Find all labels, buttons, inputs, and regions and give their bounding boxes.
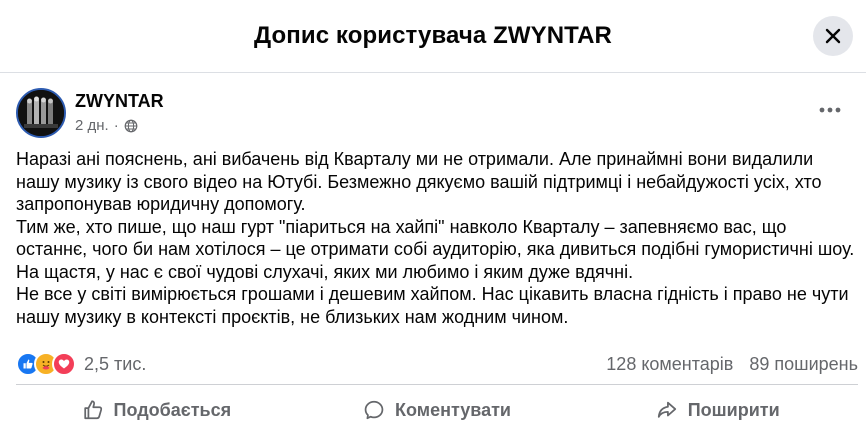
share-button[interactable]: Поширити bbox=[577, 387, 858, 433]
avatar[interactable] bbox=[16, 88, 66, 138]
comment-label: Коментувати bbox=[395, 399, 511, 420]
comment-bubble-icon bbox=[364, 400, 384, 420]
header-divider bbox=[0, 72, 866, 73]
more-options-button[interactable] bbox=[818, 98, 842, 122]
band-photo-icon bbox=[18, 90, 64, 136]
reaction-count[interactable]: 2,5 тис. bbox=[84, 354, 146, 375]
author-name[interactable]: ZWYNTAR bbox=[75, 90, 164, 112]
globe-icon[interactable] bbox=[124, 119, 138, 133]
post-timestamp[interactable]: 2 дн. bbox=[75, 117, 109, 134]
close-button[interactable] bbox=[813, 16, 853, 56]
like-label: Подобається bbox=[113, 399, 232, 420]
heart-icon bbox=[58, 359, 70, 369]
share-arrow-icon bbox=[657, 401, 676, 418]
love-reaction-icon bbox=[52, 352, 76, 376]
comment-button[interactable]: Коментувати bbox=[297, 387, 578, 433]
modal-header: Допис користувача ZWYNTAR bbox=[0, 0, 866, 72]
post-actions: Подобається Коментувати Поширити bbox=[16, 387, 858, 433]
reactions-summary: 2,5 тис. 128 коментарів 89 поширень bbox=[16, 351, 858, 377]
like-button[interactable]: Подобається bbox=[16, 387, 297, 433]
reaction-icons[interactable]: 2,5 тис. bbox=[16, 352, 146, 376]
post-paragraph: Тим же, хто пише, що наш гурт "піариться… bbox=[16, 216, 855, 282]
post-paragraph: Не все у світі вимірюється грошами і деш… bbox=[16, 284, 849, 327]
comments-count[interactable]: 128 коментарів bbox=[606, 354, 733, 375]
thumbs-up-icon bbox=[23, 359, 33, 369]
close-icon bbox=[825, 28, 841, 44]
post-text: Наразі ані пояснень, ані вибачень від Кв… bbox=[16, 148, 858, 328]
share-label: Поширити bbox=[687, 399, 780, 420]
modal-title: Допис користувача ZWYNTAR bbox=[254, 22, 612, 49]
thumbs-up-outline-icon bbox=[83, 400, 102, 420]
engagement-counts: 128 коментарів 89 поширень bbox=[606, 354, 858, 375]
meta-separator: · bbox=[113, 117, 119, 134]
actions-divider bbox=[16, 384, 858, 385]
shares-count[interactable]: 89 поширень bbox=[749, 354, 858, 375]
post-author-row: ZWYNTAR 2 дн. · bbox=[16, 88, 164, 138]
post-meta: 2 дн. · bbox=[75, 117, 164, 134]
author-meta: ZWYNTAR 2 дн. · bbox=[75, 90, 164, 134]
more-horizontal-icon bbox=[819, 107, 841, 113]
post-paragraph: Наразі ані пояснень, ані вибачень від Кв… bbox=[16, 149, 822, 214]
